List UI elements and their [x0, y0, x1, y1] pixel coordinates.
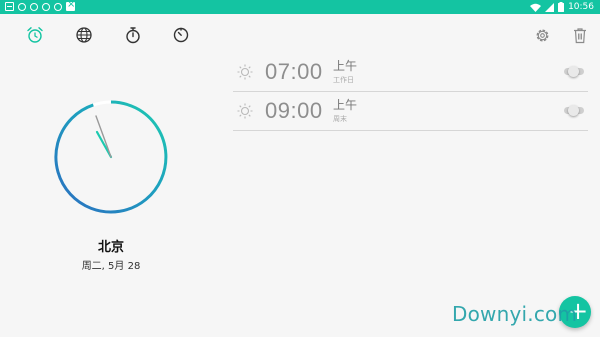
signal-icon: [545, 2, 555, 12]
status-time: 10:56: [568, 2, 594, 12]
gear-icon: [536, 29, 548, 41]
timer-icon: [173, 27, 189, 43]
sun-icon: [237, 64, 253, 80]
tab-world-clock[interactable]: [74, 25, 94, 45]
alarm-toggle[interactable]: [564, 66, 584, 77]
stopwatch-icon: [126, 27, 140, 44]
globe-icon: [76, 27, 92, 43]
battery-icon: [558, 2, 565, 12]
settings-button[interactable]: [532, 25, 552, 45]
android-debug-icon: [54, 3, 62, 11]
watermark: Downyi.com: [452, 302, 578, 326]
alarm-repeat: 周末: [333, 115, 347, 123]
analog-clock: [54, 100, 168, 214]
alarm-item[interactable]: 07:00 上午 工作日: [233, 53, 588, 92]
toggle-thumb: [568, 66, 579, 77]
current-date: 周二, 5月 28: [81, 261, 141, 272]
android-debug-icon: [42, 3, 50, 11]
tab-stopwatch[interactable]: [123, 25, 143, 45]
status-indicators: 10:56: [530, 1, 594, 13]
alarm-ampm: 上午: [333, 98, 358, 112]
alarm-item[interactable]: 09:00 上午 周末: [233, 92, 588, 131]
tab-timer[interactable]: [171, 25, 191, 45]
sun-icon: [237, 103, 253, 119]
alarm-time: 09:00: [265, 98, 323, 123]
android-debug-icon: [18, 3, 26, 11]
alarm-ampm: 上午: [333, 59, 358, 73]
app-notification-icon: [66, 0, 75, 11]
alarm-toggle[interactable]: [564, 105, 584, 116]
toggle-thumb: [568, 105, 579, 116]
trash-icon: [574, 27, 586, 43]
alarm-time: 07:00: [265, 59, 323, 84]
delete-button[interactable]: [570, 25, 590, 45]
notification-icons: [5, 0, 75, 11]
wifi-icon: [530, 3, 542, 12]
tab-alarm[interactable]: [25, 25, 45, 45]
status-bar: 10:56: [0, 0, 600, 14]
clock-minute-hand: [95, 115, 112, 158]
city-name: 北京: [97, 240, 124, 255]
alarm-clock-icon: [27, 27, 43, 43]
image-notification-icon: [5, 2, 14, 11]
alarm-repeat: 工作日: [333, 76, 354, 84]
android-debug-icon: [30, 3, 38, 11]
